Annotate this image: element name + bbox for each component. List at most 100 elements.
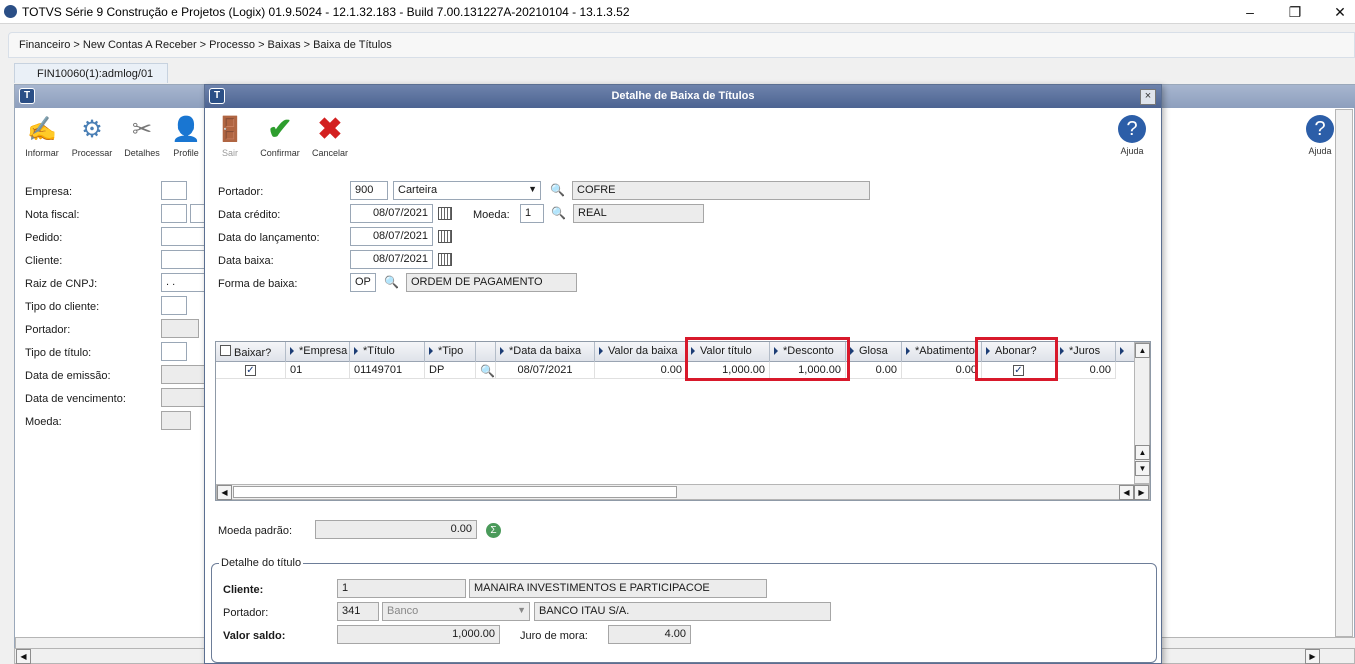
scroll-up-icon[interactable]: ▲ [1135,445,1150,460]
forma-baixa-code-input[interactable]: OP [350,273,376,292]
confirmar-label: Confirmar [260,148,300,158]
tools-icon: ✂ [131,116,153,143]
cell-lookup[interactable]: 🔍 [476,362,496,379]
portador-bg-input[interactable] [161,319,199,338]
portador-name-field: COFRE [572,181,870,200]
profile-button[interactable]: 👤 Profile [167,115,205,158]
col-juros[interactable]: *Juros [1056,342,1116,362]
raiz-cnpj-input[interactable]: . . [161,273,205,292]
cell-titulo[interactable]: 01149701 [350,362,425,379]
ajuda-button[interactable]: ? Ajuda [1107,115,1157,156]
close-icon[interactable]: ✕ [1325,2,1355,22]
sort-arrow-icon [1120,347,1124,356]
col-data-baixa[interactable]: *Data da baixa [496,342,595,362]
scroll-thumb[interactable] [233,486,677,498]
juro-mora-field: 4.00 [608,625,691,644]
portador-search-icon[interactable]: 🔍 [550,183,565,197]
cell-baixar[interactable]: ✓ [216,362,286,379]
col-titulo[interactable]: *Título [350,342,425,362]
nota-fiscal-label: Nota fiscal: [25,209,80,221]
minimize-icon[interactable]: – [1235,2,1265,22]
sigma-icon[interactable]: Σ [486,523,501,538]
scroll-left-icon[interactable]: ◀ [16,649,31,664]
col-more[interactable] [1116,342,1134,362]
portador-label: Portador: [218,186,264,198]
col-empresa[interactable]: *Empresa [286,342,350,362]
cliente-label: Cliente: [25,255,63,267]
sort-arrow-icon [850,347,854,356]
scroll-right-icon[interactable]: ▶ [1134,485,1149,500]
col-abatimento[interactable]: *Abatimento [902,342,982,362]
nota-fiscal-serie-input[interactable] [190,204,205,223]
pedido-input[interactable] [161,227,205,246]
cliente-input[interactable] [161,250,205,269]
moeda-padrao-label: Moeda padrão: [218,525,292,537]
portador-code-input[interactable]: 900 [350,181,388,200]
data-emissao-input[interactable] [161,365,205,384]
col-lookup[interactable] [476,342,496,362]
cell-glosa[interactable]: 0.00 [846,362,902,379]
forma-baixa-name-field: ORDEM DE PAGAMENTO [406,273,577,292]
calendar-icon[interactable] [438,230,452,243]
scroll-right-icon[interactable]: ▶ [1305,649,1320,664]
cell-tipo[interactable]: DP [425,362,476,379]
data-credito-input[interactable]: 08/07/2021 [350,204,433,223]
col-tipo[interactable]: *Tipo [425,342,476,362]
col-baixar[interactable]: Baixar? [216,342,286,362]
tipo-titulo-input[interactable] [161,342,187,361]
cell-abatimento[interactable]: 0.00 [902,362,982,379]
detalhes-label: Detalhes [124,148,160,158]
scroll-left-icon[interactable]: ◀ [1119,485,1134,500]
data-baixa-input[interactable]: 08/07/2021 [350,250,433,269]
empresa-input[interactable] [161,181,187,200]
cliente-label: Cliente: [223,584,264,596]
sort-arrow-icon [290,347,294,356]
exit-door-icon: 🚪 [215,116,245,143]
detalhe-baixa-dialog: Detalhe de Baixa de Títulos T × 🚪 Sair ✔ C… [204,84,1162,664]
cell-empresa[interactable]: 01 [286,362,350,379]
col-glosa[interactable]: Glosa [846,342,902,362]
tab-fin10060[interactable]: FIN10060(1):admlog/01 [14,63,168,83]
sair-button[interactable]: 🚪 Sair [205,115,255,158]
data-lancamento-input[interactable]: 08/07/2021 [350,227,433,246]
calendar-icon[interactable] [438,253,452,266]
detalhes-button[interactable]: ✂ Detalhes [117,115,167,158]
col-tipo-label: *Tipo [438,345,464,357]
cancelar-label: Cancelar [311,148,349,158]
maximize-icon[interactable]: ❐ [1280,2,1310,22]
processar-button[interactable]: ⚙ Processar [67,115,117,158]
help-icon: ? [1306,115,1334,143]
tipo-search-icon[interactable]: 🔍 [480,364,495,378]
scroll-up-icon[interactable]: ▲ [1135,343,1150,358]
tipo-cliente-input[interactable] [161,296,187,315]
forma-baixa-search-icon[interactable]: 🔍 [384,275,399,289]
valor-saldo-label: Valor saldo: [223,630,286,642]
valor-saldo-field: 1,000.00 [337,625,500,644]
select-all-checkbox[interactable] [220,345,231,356]
dialog-close-button[interactable]: × [1140,89,1156,105]
baixar-checkbox[interactable]: ✓ [245,365,256,376]
moeda-bg-input[interactable] [161,411,191,430]
cell-data-baixa[interactable]: 08/07/2021 [496,362,595,379]
cell-juros[interactable]: 0.00 [1056,362,1116,379]
scroll-left-icon[interactable]: ◀ [217,485,232,500]
cancelar-button[interactable]: ✖ Cancelar [305,115,355,159]
nota-fiscal-input[interactable] [161,204,187,223]
informar-button[interactable]: ✍ Informar [17,115,67,158]
grid-vertical-scrollbar[interactable]: ▲ ▲ ▼ [1134,342,1150,484]
col-glosa-label: Glosa [859,345,888,357]
scroll-down-icon[interactable]: ▼ [1135,461,1150,476]
moeda-name-field: REAL [573,204,704,223]
moeda-code-input[interactable]: 1 [520,204,544,223]
confirmar-button[interactable]: ✔ Confirmar [255,115,305,159]
col-valor-baixa[interactable]: Valor da baixa [595,342,687,362]
cell-valor-baixa[interactable]: 0.00 [595,362,687,379]
grid-horizontal-scrollbar[interactable]: ◀ ◀ ▶ [216,484,1150,500]
portador-type-select[interactable]: Carteira ▼ [393,181,541,200]
calendar-icon[interactable] [438,207,452,220]
highlight-abonar [975,337,1058,381]
data-vencimento-input[interactable] [161,388,205,407]
detalhe-titulo-legend: Detalhe do título [219,557,304,569]
moeda-search-icon[interactable]: 🔍 [551,206,566,220]
vertical-scrollbar[interactable] [1335,109,1353,637]
